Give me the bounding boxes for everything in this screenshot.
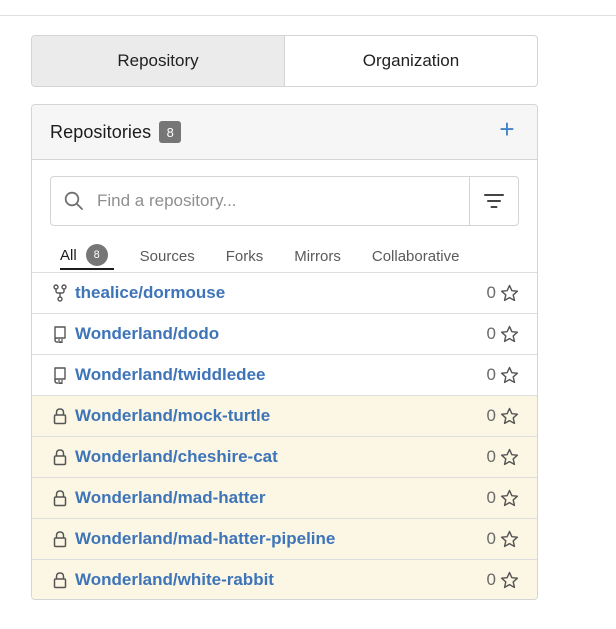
- lock-icon: [51, 488, 69, 508]
- star-icon[interactable]: [500, 284, 519, 303]
- repo-stars: 0: [487, 488, 519, 508]
- star-icon[interactable]: [500, 407, 519, 426]
- repo-icon: [51, 365, 69, 385]
- tab-label: All: [60, 246, 77, 264]
- repo-link[interactable]: Wonderland/mad-hatter: [75, 488, 265, 508]
- repo-link[interactable]: Wonderland/cheshire-cat: [75, 447, 278, 467]
- repo-stars: 0: [487, 447, 519, 467]
- search-input[interactable]: [97, 177, 469, 225]
- star-icon[interactable]: [500, 530, 519, 549]
- repo-icon: [51, 324, 69, 344]
- lock-icon: [51, 570, 69, 590]
- repo-stars: 0: [487, 283, 519, 303]
- repo-stars: 0: [487, 324, 519, 344]
- repo-row: Wonderland/mock-turtle 0: [32, 395, 537, 436]
- panel-header: Repositories 8 +: [32, 105, 537, 160]
- repo-link[interactable]: Wonderland/mad-hatter-pipeline: [75, 529, 335, 549]
- star-icon[interactable]: [500, 571, 519, 590]
- star-count: 0: [486, 488, 496, 507]
- tab-count-badge: 8: [85, 244, 108, 266]
- repo-count-badge: 8: [159, 121, 182, 143]
- search-icon: [51, 177, 97, 225]
- repositories-panel: Repositories 8 + All 8 Sources Forks Mir…: [31, 104, 538, 600]
- repo-link[interactable]: Wonderland/twiddledee: [75, 365, 265, 385]
- repository-toggle-button[interactable]: Repository: [32, 36, 285, 86]
- search-box: [50, 176, 519, 226]
- lock-icon: [51, 447, 69, 467]
- star-count: 0: [486, 324, 496, 343]
- repo-stars: 0: [487, 570, 519, 590]
- repo-link[interactable]: thealice/dormouse: [75, 283, 225, 303]
- star-count: 0: [486, 570, 496, 589]
- repo-stars: 0: [487, 365, 519, 385]
- organization-toggle-button[interactable]: Organization: [285, 36, 537, 86]
- repo-row: Wonderland/white-rabbit 0: [32, 559, 537, 599]
- repo-link[interactable]: Wonderland/dodo: [75, 324, 219, 344]
- repo-row: Wonderland/twiddledee 0: [32, 354, 537, 395]
- star-icon[interactable]: [500, 448, 519, 467]
- repo-row: Wonderland/mad-hatter-pipeline 0: [32, 518, 537, 559]
- tab-all[interactable]: All 8: [60, 240, 114, 270]
- add-repository-button[interactable]: +: [497, 116, 517, 142]
- star-icon[interactable]: [500, 325, 519, 344]
- star-count: 0: [486, 283, 496, 302]
- lock-icon: [51, 529, 69, 549]
- repo-row: Wonderland/mad-hatter 0: [32, 477, 537, 518]
- repo-stars: 0: [487, 529, 519, 549]
- lock-icon: [51, 406, 69, 426]
- filter-button[interactable]: [469, 177, 518, 225]
- star-count: 0: [486, 406, 496, 425]
- repo-stars: 0: [487, 406, 519, 426]
- panel-title: Repositories: [50, 121, 152, 142]
- scope-toggle: Repository Organization: [31, 35, 538, 87]
- tab-collaborative[interactable]: Collaborative: [372, 240, 460, 270]
- tab-sources[interactable]: Sources: [140, 240, 195, 270]
- repo-row: Wonderland/dodo 0: [32, 313, 537, 354]
- star-count: 0: [486, 447, 496, 466]
- star-icon[interactable]: [500, 489, 519, 508]
- tab-forks[interactable]: Forks: [226, 240, 264, 270]
- tab-mirrors[interactable]: Mirrors: [294, 240, 341, 270]
- top-divider: [0, 15, 616, 16]
- repo-filter-tabs: All 8 Sources Forks Mirrors Collaborativ…: [60, 240, 490, 272]
- repo-row: thealice/dormouse 0: [32, 272, 537, 313]
- repo-link[interactable]: Wonderland/mock-turtle: [75, 406, 270, 426]
- star-count: 0: [486, 365, 496, 384]
- repo-row: Wonderland/cheshire-cat 0: [32, 436, 537, 477]
- star-icon[interactable]: [500, 366, 519, 385]
- filter-icon: [484, 193, 504, 209]
- star-count: 0: [486, 529, 496, 548]
- repo-link[interactable]: Wonderland/white-rabbit: [75, 570, 274, 590]
- repository-list: thealice/dormouse 0 Wonderland/dodo 0 Wonder…: [32, 272, 537, 599]
- fork-icon: [51, 283, 69, 303]
